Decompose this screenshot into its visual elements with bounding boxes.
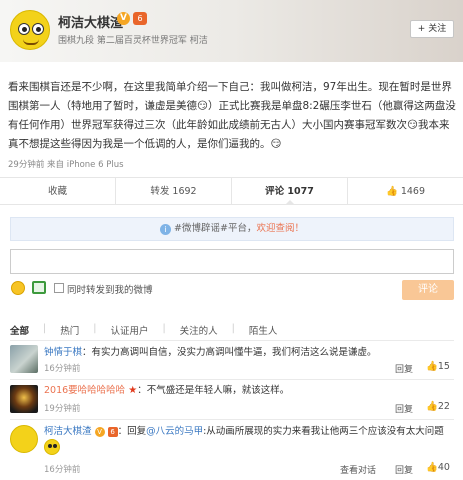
comment-avatar[interactable] (10, 345, 38, 373)
comment-time: 16分钟前 (44, 364, 81, 374)
comment-username[interactable]: 2016要哈哈哈哈哈 (44, 385, 125, 396)
thumbs-up-icon: 👍 (385, 186, 398, 197)
reply-button[interactable]: 回复 (395, 463, 413, 476)
emoji-icon[interactable] (11, 281, 25, 295)
comment-username[interactable]: 钟情于棋 (44, 347, 82, 358)
filter-hot[interactable]: 热门 (60, 323, 79, 337)
filter-following[interactable]: 关注的人 (180, 323, 218, 337)
repost-checkbox[interactable] (54, 283, 64, 293)
divider (10, 340, 454, 341)
star-badge-icon: ★ (128, 385, 138, 396)
view-thread-button[interactable]: 查看对话 (340, 463, 376, 476)
comment-text: 柯洁大棋渣 V 6 ：回复@八云的马甲:从动画所展现的实力来看我让他两三个应该没有… (44, 425, 454, 457)
profile-header (0, 0, 463, 62)
image-icon[interactable] (32, 281, 46, 294)
filter-separator: | (93, 323, 97, 334)
author-subtitle: 围棋九段 第二届百灵杯世界冠军 柯洁 (58, 36, 208, 46)
favorite-button[interactable]: 收藏 (0, 178, 116, 204)
submit-comment-button[interactable]: 评论 (402, 280, 454, 300)
comment-like-button[interactable]: 👍40 (426, 462, 450, 473)
comment-like-button[interactable]: 👍22 (426, 401, 450, 412)
filter-all[interactable]: 全部 (10, 323, 29, 337)
comment-time: 16分钟前 (44, 465, 81, 475)
comment-text: 钟情于棋：有实力高调叫自信，没实力高调叫懂牛逼，我们柯洁这么说是谦虚。 (44, 346, 454, 360)
thumbs-up-icon: 👍 (426, 401, 438, 412)
comment-input[interactable] (10, 249, 454, 274)
mention-link[interactable]: @八云的马甲 (146, 426, 203, 437)
like-button[interactable]: 👍 1469 (348, 178, 463, 204)
thumbs-up-icon: 👍 (426, 462, 438, 473)
reply-button[interactable]: 回复 (395, 362, 413, 375)
avatar-eye-right (32, 23, 44, 35)
comment-avatar[interactable] (10, 425, 38, 453)
notice-warn: 欢迎查阅！ (256, 223, 304, 234)
filter-strangers[interactable]: 陌生人 (249, 323, 278, 337)
filter-separator: | (43, 323, 47, 334)
divider (10, 379, 454, 380)
author-avatar[interactable] (10, 10, 50, 50)
comment-like-count: 15 (437, 361, 450, 372)
avatar-mouth (23, 39, 39, 45)
repost-checkbox-label: 同时转发到我的微博 (67, 285, 153, 296)
avatar-eye-left (18, 23, 30, 35)
comment-like-button[interactable]: 👍15 (426, 361, 450, 372)
like-count: 1469 (400, 186, 426, 197)
comment-username[interactable]: 柯洁大棋渣 (44, 426, 92, 437)
author-name[interactable]: 柯洁大棋渣 (58, 12, 123, 31)
comment-avatar[interactable] (10, 385, 38, 413)
comment-body-prefix: ：回复 (117, 426, 147, 437)
repost-button[interactable]: 转发 1692 (116, 178, 232, 204)
comment-like-count: 40 (437, 462, 450, 473)
verified-v-badge: V (117, 12, 130, 25)
comment-body: ：有实力高调叫自信，没实力高调叫懂牛逼，我们柯洁这么说是谦虚。 (82, 347, 377, 358)
smirk-emoji-icon (44, 439, 60, 455)
level-badge: 6 (133, 12, 147, 25)
notice-tag: #微博辟谣#平台， (174, 223, 257, 234)
comment-body: ：不气盛还是年轻人嘛，就该这样。 (137, 385, 290, 396)
reply-button[interactable]: 回复 (395, 402, 413, 415)
comment-text: 2016要哈哈哈哈哈 ★：不气盛还是年轻人嘛，就该这样。 (44, 384, 454, 398)
info-icon: i (160, 224, 172, 235)
comment-like-count: 22 (437, 401, 450, 412)
level-badge: 6 (107, 427, 118, 437)
comment-body: :从动画所展现的实力来看我让他两三个应该没有太大问题 (203, 426, 444, 437)
divider (10, 419, 454, 420)
post-meta: 29分钟前 来自 iPhone 6 Plus (8, 160, 124, 170)
filter-separator: | (162, 323, 166, 334)
verified-v-badge: V (94, 427, 105, 437)
rumor-notice[interactable]: i #微博辟谣#平台，欢迎查阅！ (10, 217, 454, 241)
filter-verified[interactable]: 认证用户 (110, 323, 148, 337)
comment-filter-tabs: 全部 | 热门 | 认证用户 | 关注的人 | 陌生人 (10, 323, 277, 337)
follow-button[interactable]: + 关注 (410, 20, 454, 38)
post-actions-bar: 收藏 转发 1692 评论 1077 👍 1469 (0, 177, 463, 205)
post-text: 看来围棋盲还是不少啊，在这里我简单介绍一下自己：我叫做柯洁，97年出生。现在暂时… (8, 81, 456, 150)
thumbs-up-icon: 👍 (426, 361, 438, 372)
comment-time: 19分钟前 (44, 404, 81, 414)
comment-tab[interactable]: 评论 1077 (232, 178, 348, 205)
filter-separator: | (231, 323, 235, 334)
